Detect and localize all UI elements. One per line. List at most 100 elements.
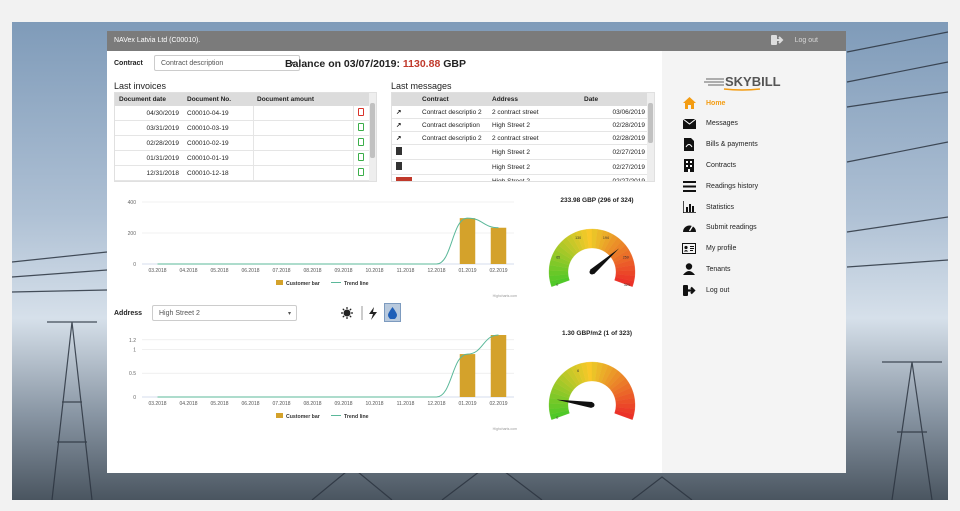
- sidebar-item-submit-readings[interactable]: Submit readings: [682, 220, 757, 236]
- messages-scrollbar[interactable]: [647, 93, 654, 181]
- contract-select-value: Contract description: [161, 60, 224, 67]
- invoice-amount: [252, 165, 354, 181]
- message-date: 03/06/2019: [580, 106, 649, 119]
- sidebar-item-messages[interactable]: Messages: [682, 116, 738, 132]
- water-drop-icon[interactable]: [384, 303, 401, 322]
- user-icon: [682, 262, 696, 276]
- chart-credit: Highcharts.com: [493, 294, 517, 298]
- message-row[interactable]: High Street 2 02/27/2019: [392, 174, 649, 181]
- address-select-value: High Street 2: [159, 310, 200, 317]
- gauge-pivot: [589, 269, 595, 275]
- invoice-number: C00010-03-19: [183, 120, 253, 136]
- message-date: 02/28/2019: [580, 118, 649, 132]
- col-address[interactable]: Address: [488, 93, 580, 106]
- message-row[interactable]: ↗ Contract descriptio 22 contract street 0…: [392, 131, 649, 145]
- x-tick-label: 11.2018: [397, 268, 415, 274]
- invoice-row[interactable]: 04/30/2019 C00010-04-19: [115, 106, 371, 121]
- invoice-row[interactable]: 01/31/2019 C00010-01-19: [115, 150, 371, 166]
- dashboard-icon: [682, 221, 696, 235]
- x-tick-label: 07.2018: [272, 401, 290, 407]
- legend-bar-label: Customer bar: [286, 414, 320, 420]
- x-tick-label: 10.2018: [365, 401, 383, 407]
- sidebar-item-readings-history[interactable]: Readings history: [682, 178, 758, 194]
- home-icon: [682, 96, 696, 110]
- gauge-tick-label: 130: [575, 236, 581, 240]
- bar[interactable]: [490, 335, 507, 397]
- invoice-row[interactable]: 12/31/2018 C00010-12-18: [115, 165, 371, 181]
- invoice-number: C00010-11-18: [183, 180, 253, 181]
- x-tick-label: 08.2018: [303, 268, 321, 274]
- logo-text: SKYBILL: [725, 74, 781, 89]
- trend-line[interactable]: [157, 217, 499, 265]
- company-name: NAVex Latvia Ltd (C00010).: [114, 37, 201, 44]
- gauge-tick-label: 324: [624, 283, 630, 287]
- logout-link[interactable]: Log out: [795, 37, 818, 44]
- bar[interactable]: [490, 227, 507, 264]
- address-select[interactable]: High Street 2 ▾: [152, 305, 297, 321]
- invoice-number: C00010-04-19: [183, 106, 253, 121]
- sidebar-item-bills-payments[interactable]: Bills & payments: [682, 137, 758, 153]
- y-tick-label: 1: [133, 347, 136, 353]
- sidebar: SKYBILL Home Messages Bills & payments Cont…: [662, 51, 846, 473]
- bar[interactable]: [459, 218, 476, 264]
- x-tick-label: 12.2018: [427, 268, 445, 274]
- sidebar-item-home[interactable]: Home: [682, 95, 725, 111]
- building-icon: [682, 158, 696, 172]
- sidebar-item-label: Home: [706, 99, 726, 107]
- col-document-no[interactable]: Document No.: [183, 93, 253, 106]
- share-icon[interactable]: ↗: [392, 131, 418, 145]
- invoices-scrollbar[interactable]: [369, 93, 376, 181]
- sign-out-icon: [682, 283, 696, 297]
- sidebar-item-label: Contracts: [706, 161, 736, 169]
- sun-icon[interactable]: [340, 306, 354, 320]
- gauge-tick-label: 6: [577, 369, 579, 373]
- legend-trend-label: Trend line: [344, 414, 369, 420]
- sidebar-item-label: Bills & payments: [706, 141, 758, 149]
- invoice-number: C00010-12-18: [183, 165, 253, 181]
- invoice-row[interactable]: 03/31/2019 C00010-03-19: [115, 120, 371, 136]
- x-tick-label: 04.2018: [179, 401, 197, 407]
- share-icon[interactable]: ↗: [392, 106, 418, 119]
- balance-amount: 1130.88: [402, 58, 441, 70]
- col-document-amount[interactable]: Document amount: [253, 93, 353, 106]
- message-row[interactable]: ↗ Contract descriptio 22 contract street 0…: [392, 106, 649, 119]
- gauge-tick-label: 194: [603, 236, 609, 240]
- red-flag-icon[interactable]: [392, 174, 418, 181]
- col-document-date[interactable]: Document date: [115, 93, 183, 106]
- message-date: 02/27/2019: [580, 174, 649, 181]
- chart-legend: Customer bar Trend line: [276, 280, 369, 287]
- x-tick-label: 06.2018: [241, 268, 259, 274]
- sidebar-item-contracts[interactable]: Contracts: [682, 157, 736, 173]
- message-row[interactable]: ↗ Contract description High Street 2 02/28/…: [392, 118, 649, 132]
- message-row[interactable]: High Street 2 02/27/2019: [392, 144, 649, 160]
- message-contract: [418, 174, 488, 181]
- bar[interactable]: [459, 354, 476, 397]
- col-date[interactable]: Date: [580, 93, 649, 106]
- legend-trend-label: Trend line: [344, 281, 369, 287]
- share-icon[interactable]: ↗: [392, 118, 418, 132]
- balance-prefix: Balance on 03/07/2019:: [285, 58, 400, 70]
- sidebar-item-statistics[interactable]: Statistics: [682, 199, 734, 215]
- sidebar-item-label: My profile: [706, 245, 737, 253]
- message-row[interactable]: High Street 2 02/27/2019: [392, 159, 649, 175]
- x-tick-label: 05.2018: [210, 401, 228, 407]
- x-tick-label: 03.2018: [148, 268, 166, 274]
- invoice-row[interactable]: 02/28/2019 C00010-02-19: [115, 135, 371, 151]
- invoice-number: C00010-02-19: [183, 135, 253, 151]
- sidebar-item-my-profile[interactable]: My profile: [682, 241, 736, 257]
- dark-file-icon[interactable]: [392, 144, 418, 160]
- col-contract[interactable]: Contract: [418, 93, 488, 106]
- logout-icon[interactable]: [771, 34, 784, 46]
- invoice-row[interactable]: 11/30/2018C00010-11-18: [115, 180, 371, 181]
- sidebar-item-tenants[interactable]: Tenants: [682, 261, 731, 277]
- consumption-chart-2: 0 0.5 1 1.2 03.2018 04.2018 05.2018 06.2018 07.2…: [129, 334, 517, 431]
- dark-file-icon[interactable]: [392, 159, 418, 175]
- balance-display: Balance on 03/07/2019: 1130.88 GBP: [285, 58, 466, 70]
- contract-select[interactable]: Contract description ▾: [154, 55, 300, 71]
- x-tick-label: 04.2018: [179, 268, 197, 274]
- trend-line[interactable]: [157, 334, 499, 398]
- sidebar-item-log-out[interactable]: Log out: [682, 282, 729, 298]
- x-tick-label: 09.2018: [334, 401, 352, 407]
- lightning-icon[interactable]: [366, 306, 380, 320]
- x-tick-label: 01.2019: [458, 401, 476, 407]
